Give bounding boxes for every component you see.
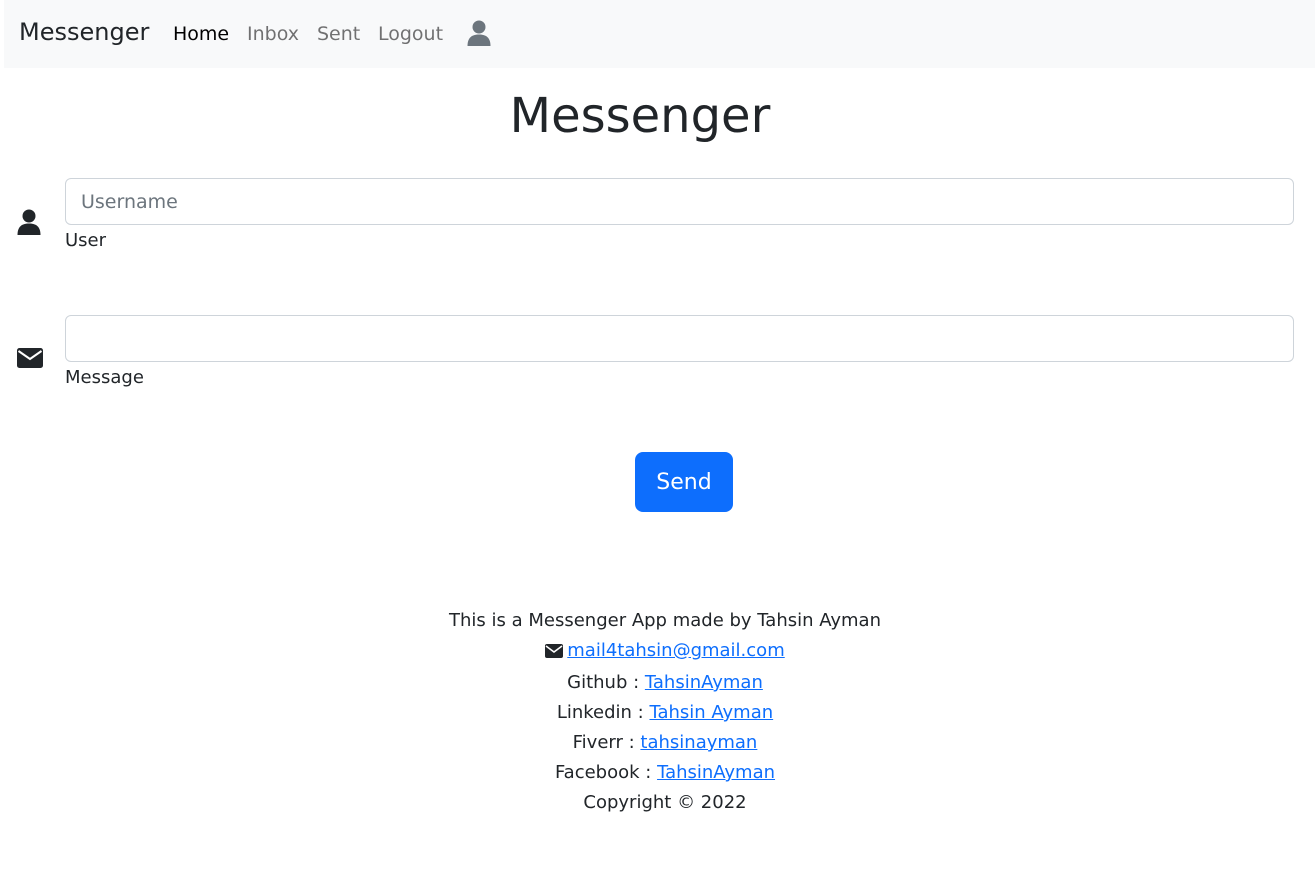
footer-facebook-link[interactable]: TahsinAyman (657, 762, 775, 783)
user-icon (17, 209, 41, 239)
footer-copyright: Copyright © 2022 (583, 792, 747, 813)
footer-linkedin-link[interactable]: Tahsin Ayman (649, 702, 773, 723)
footer-email-link[interactable]: mail4tahsin@gmail.com (567, 640, 784, 661)
message-label: Message (65, 367, 144, 388)
footer: This is a Messenger App made by Tahsin A… (0, 606, 1315, 818)
footer-email-row: mail4tahsin@gmail.com (0, 636, 1315, 668)
footer-github-link[interactable]: TahsinAyman (645, 672, 763, 693)
navbar-brand[interactable]: Messenger (19, 18, 149, 46)
footer-fiverr-link[interactable]: tahsinayman (640, 732, 757, 753)
footer-facebook-row: Facebook : TahsinAyman (0, 758, 1315, 788)
footer-facebook-label: Facebook : (554, 762, 658, 783)
username-input[interactable] (65, 178, 1294, 225)
envelope-icon (545, 638, 564, 668)
message-input[interactable] (65, 315, 1294, 362)
footer-github-row: Github : TahsinAyman (0, 668, 1315, 698)
user-label: User (65, 230, 107, 251)
envelope-icon (17, 348, 43, 372)
footer-intro: This is a Messenger App made by Tahsin A… (449, 610, 881, 631)
send-button[interactable]: Send (635, 452, 733, 512)
footer-fiverr-label: Fiverr : (572, 732, 641, 753)
page-title: Messenger (509, 88, 771, 144)
footer-github-label: Github : (567, 672, 645, 693)
navbar: Messenger Home Inbox Sent Logout (4, 0, 1315, 68)
nav-sent-link[interactable]: Sent (317, 23, 360, 45)
nav-home-link[interactable]: Home (173, 23, 229, 45)
user-icon[interactable] (467, 20, 491, 50)
footer-fiverr-row: Fiverr : tahsinayman (0, 728, 1315, 758)
footer-linkedin-row: Linkedin : Tahsin Ayman (0, 698, 1315, 728)
nav-logout-link[interactable]: Logout (378, 23, 443, 45)
nav-inbox-link[interactable]: Inbox (247, 23, 299, 45)
footer-linkedin-label: Linkedin : (556, 702, 650, 723)
